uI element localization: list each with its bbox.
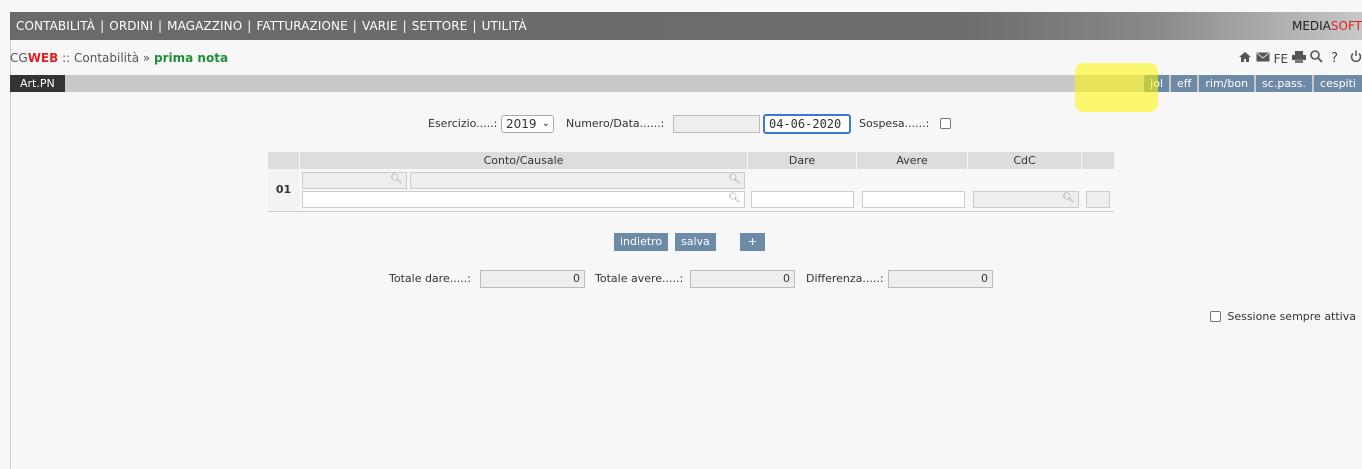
breadcrumb-path: :: Contabilità » bbox=[58, 51, 155, 65]
totale-dare-label: Totale dare.....: bbox=[389, 272, 471, 285]
sospesa-checkbox[interactable] bbox=[940, 118, 951, 129]
numero-input[interactable] bbox=[673, 115, 760, 133]
esercizio-value: 2019 bbox=[506, 117, 537, 131]
cdc-input[interactable]: 🔍︎ bbox=[973, 191, 1079, 208]
extra-cell[interactable] bbox=[1086, 191, 1110, 208]
brand-media: MEDIA bbox=[1291, 19, 1331, 33]
sub-toolbar: Art.PN jol eff rim/bon sc.pass. cespiti bbox=[10, 75, 1362, 92]
menu-separator: | bbox=[352, 19, 357, 33]
header-form-row: Esercizio.....: 2019 ⌄ Numero/Data......… bbox=[0, 114, 1362, 134]
salva-button[interactable]: salva bbox=[675, 233, 716, 251]
brand-logo: MEDIA SOFT bbox=[1292, 12, 1362, 40]
grid-header-conto: Conto/Causale bbox=[300, 152, 747, 169]
help-icon[interactable]: ? bbox=[1331, 51, 1338, 66]
conto-desc-input[interactable]: 🔍︎ bbox=[410, 172, 745, 189]
menu-separator: | bbox=[100, 19, 105, 33]
breadcrumb-current: prima nota bbox=[154, 51, 229, 65]
brand-soft: SOFT bbox=[1330, 19, 1362, 33]
differenza-value: 0 bbox=[888, 270, 993, 288]
grid-header-dare: Dare bbox=[748, 152, 856, 169]
menu-varie[interactable]: VARIE bbox=[362, 19, 398, 33]
causale-input[interactable]: 🔍︎ bbox=[302, 191, 745, 208]
totale-dare-value: 0 bbox=[480, 270, 585, 288]
search-icon[interactable]: 🔍︎ bbox=[390, 174, 403, 185]
power-icon[interactable] bbox=[1350, 50, 1362, 67]
row-number: 01 bbox=[268, 169, 299, 211]
menu-utilita[interactable]: UTILITÀ bbox=[482, 19, 527, 33]
grid-header-avere: Avere bbox=[857, 152, 967, 169]
menu-contabilita[interactable]: CONTABILITÀ bbox=[16, 19, 95, 33]
search-icon[interactable]: 🔍︎ bbox=[728, 193, 741, 204]
totals-row: Totale dare.....: 0 Totale avere.....: 0… bbox=[0, 269, 1362, 289]
conto-code-input[interactable]: 🔍︎ bbox=[302, 172, 407, 189]
totale-avere-value: 0 bbox=[690, 270, 795, 288]
fe-link[interactable]: FE bbox=[1274, 52, 1288, 66]
menu-ordini[interactable]: ORDINI bbox=[109, 19, 153, 33]
esercizio-label: Esercizio.....: bbox=[428, 117, 498, 130]
session-option: Sessione sempre attiva bbox=[1210, 310, 1356, 323]
session-checkbox[interactable] bbox=[1210, 311, 1222, 322]
main-menu: CONTABILITÀ | ORDINI | MAGAZZINO | FATTU… bbox=[10, 19, 527, 33]
tab-sc-pass[interactable]: sc.pass. bbox=[1256, 75, 1313, 92]
tab-eff[interactable]: eff bbox=[1171, 75, 1198, 92]
grid-header-cdc: CdC bbox=[968, 152, 1081, 169]
left-border bbox=[10, 40, 11, 469]
tab-jol[interactable]: jol bbox=[1144, 75, 1170, 92]
add-row-button[interactable]: + bbox=[740, 233, 765, 251]
home-icon[interactable] bbox=[1238, 51, 1252, 67]
session-label: Sessione sempre attiva bbox=[1227, 310, 1356, 323]
tab-cespiti[interactable]: cespiti bbox=[1314, 75, 1362, 92]
menu-separator: | bbox=[472, 19, 477, 33]
menu-separator: | bbox=[247, 19, 252, 33]
numero-label: Numero/Data......: bbox=[566, 117, 665, 130]
sub-tabs: jol eff rim/bon sc.pass. cespiti bbox=[1144, 75, 1362, 92]
breadcrumb: CGWEB :: Contabilità » prima nota bbox=[10, 51, 228, 65]
menu-magazzino[interactable]: MAGAZZINO bbox=[167, 19, 242, 33]
esercizio-select[interactable]: 2019 ⌄ bbox=[501, 115, 554, 133]
menu-separator: | bbox=[402, 19, 407, 33]
data-input[interactable]: 04-06-2020 bbox=[763, 114, 851, 134]
art-pn-label[interactable]: Art.PN bbox=[10, 75, 65, 92]
mail-icon[interactable] bbox=[1256, 51, 1270, 66]
differenza-label: Differenza.....: bbox=[806, 272, 884, 285]
search-icon[interactable]: 🔍︎ bbox=[728, 174, 741, 185]
chevron-down-icon: ⌄ bbox=[541, 118, 550, 129]
menu-separator: | bbox=[157, 19, 163, 33]
sospesa-label: Sospesa......: bbox=[859, 117, 930, 130]
avere-input[interactable] bbox=[862, 191, 965, 208]
indietro-button[interactable]: indietro bbox=[614, 233, 669, 251]
grid-header-extra bbox=[1082, 152, 1114, 169]
grid-header-blank bbox=[268, 152, 299, 169]
toolbar-icons: FE ? bbox=[1238, 50, 1362, 67]
breadcrumb-web: WEB bbox=[27, 51, 59, 65]
print-icon[interactable] bbox=[1292, 50, 1307, 67]
tab-rim-bon[interactable]: rim/bon bbox=[1199, 75, 1255, 92]
menu-settore[interactable]: SETTORE bbox=[412, 19, 468, 33]
totale-avere-label: Totale avere.....: bbox=[595, 272, 684, 285]
dare-input[interactable] bbox=[751, 191, 854, 208]
menu-fatturazione[interactable]: FATTURAZIONE bbox=[256, 19, 347, 33]
search-icon[interactable] bbox=[1310, 50, 1323, 67]
breadcrumb-cg: CG bbox=[10, 51, 28, 65]
search-icon[interactable]: 🔍︎ bbox=[1062, 193, 1075, 204]
entries-grid: Conto/Causale Dare Avere CdC 01 🔍︎ 🔍︎ 🔍︎… bbox=[268, 152, 1114, 212]
top-menu-bar: CONTABILITÀ | ORDINI | MAGAZZINO | FATTU… bbox=[10, 12, 1362, 40]
